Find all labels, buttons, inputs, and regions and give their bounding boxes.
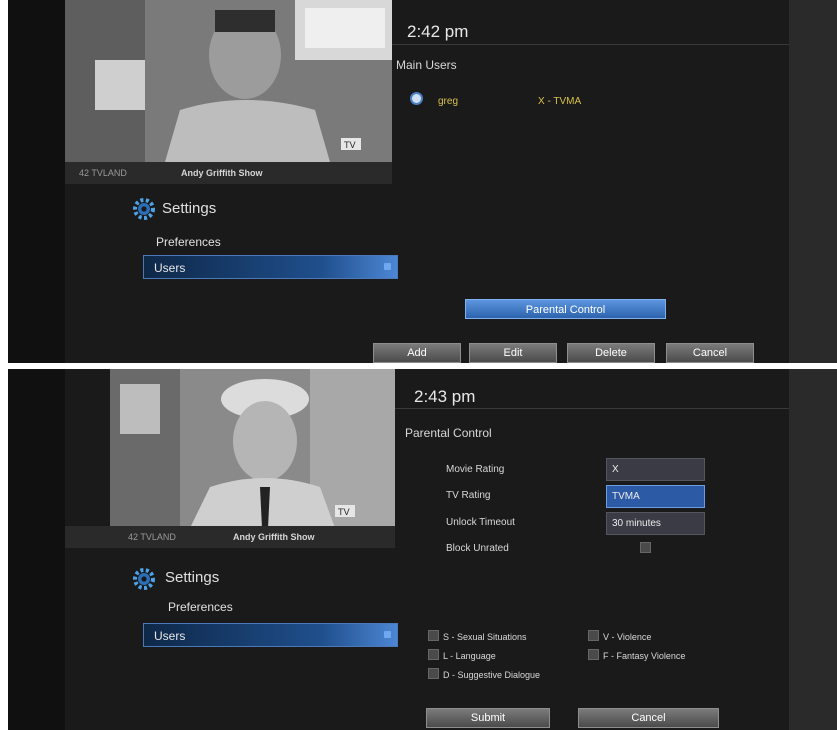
chevron-right-icon xyxy=(384,631,391,638)
menu-item-users-label: Users xyxy=(154,629,186,643)
menu-subtitle: Preferences xyxy=(156,235,221,249)
menu-item-users-label: Users xyxy=(154,261,186,275)
fantasy-violence-checkbox[interactable] xyxy=(588,649,599,660)
settings-panel: TV 42 TVLAND Andy Griffith Show 2:42 pm … xyxy=(65,0,789,363)
show-title: Andy Griffith Show xyxy=(233,532,315,542)
channel-info-bar: 42 TVLAND Andy Griffith Show xyxy=(65,162,392,184)
section-title: Main Users xyxy=(396,58,457,72)
gear-icon xyxy=(133,568,155,590)
violence-label: V - Violence xyxy=(603,632,652,642)
chevron-right-icon xyxy=(384,263,391,270)
add-button[interactable]: Add xyxy=(373,343,461,363)
clock: 2:42 pm xyxy=(407,22,469,41)
channel-number: 42 TVLAND xyxy=(128,532,176,542)
unlock-timeout-select[interactable]: 30 minutes xyxy=(606,512,705,535)
clock: 2:43 pm xyxy=(414,387,476,406)
menu-item-users[interactable]: Users xyxy=(143,255,398,279)
settings-panel: TV 42 TVLAND Andy Griffith Show 2:43 pm … xyxy=(65,369,789,730)
unlock-timeout-label: Unlock Timeout xyxy=(446,517,515,528)
cancel-button[interactable]: Cancel xyxy=(578,708,719,728)
menu-title: Settings xyxy=(165,569,220,586)
user-radio[interactable] xyxy=(410,92,423,105)
tv-rating-label: TV Rating xyxy=(446,490,491,501)
user-name[interactable]: greg xyxy=(438,96,458,107)
edit-button[interactable]: Edit xyxy=(469,343,557,363)
tv-badge: TV xyxy=(343,141,356,151)
tv-preview[interactable]: TV xyxy=(110,369,395,528)
movie-rating-select[interactable]: X xyxy=(606,458,705,481)
tv-video-frame: TV xyxy=(110,369,395,528)
sexual-situations-label: S - Sexual Situations xyxy=(443,632,527,642)
menu-item-users[interactable]: Users xyxy=(143,623,398,647)
violence-checkbox[interactable] xyxy=(588,630,599,641)
block-unrated-label: Block Unrated xyxy=(446,543,509,554)
movie-rating-label: Movie Rating xyxy=(446,464,505,475)
fantasy-violence-label: F - Fantasy Violence xyxy=(603,651,686,661)
language-label: L - Language xyxy=(443,651,496,661)
submit-button[interactable]: Submit xyxy=(426,708,550,728)
suggestive-dialogue-checkbox[interactable] xyxy=(428,668,439,679)
screenshot-users: TV 42 TVLAND Andy Griffith Show 2:42 pm … xyxy=(8,0,837,363)
show-title: Andy Griffith Show xyxy=(181,168,263,178)
menu-subtitle: Preferences xyxy=(168,600,233,614)
channel-number: 42 TVLAND xyxy=(79,168,127,178)
gear-icon xyxy=(133,198,155,220)
parental-control-button[interactable]: Parental Control xyxy=(465,299,666,319)
section-title: Parental Control xyxy=(405,426,492,440)
menu-title: Settings xyxy=(162,200,217,217)
tv-preview[interactable]: TV xyxy=(65,0,392,162)
tv-badge: TV xyxy=(337,508,350,518)
suggestive-dialogue-label: D - Suggestive Dialogue xyxy=(443,670,541,680)
tv-rating-select[interactable]: TVMA xyxy=(606,485,705,508)
channel-info-bar: 42 TVLAND Andy Griffith Show xyxy=(65,526,395,548)
user-rating: X - TVMA xyxy=(538,96,582,107)
language-checkbox[interactable] xyxy=(428,649,439,660)
tv-video-frame: TV xyxy=(65,0,392,162)
delete-button[interactable]: Delete xyxy=(567,343,655,363)
block-unrated-checkbox[interactable] xyxy=(640,542,651,553)
sexual-situations-checkbox[interactable] xyxy=(428,630,439,641)
screenshot-parental-control: TV 42 TVLAND Andy Griffith Show 2:43 pm … xyxy=(8,369,837,730)
cancel-button[interactable]: Cancel xyxy=(666,343,754,363)
